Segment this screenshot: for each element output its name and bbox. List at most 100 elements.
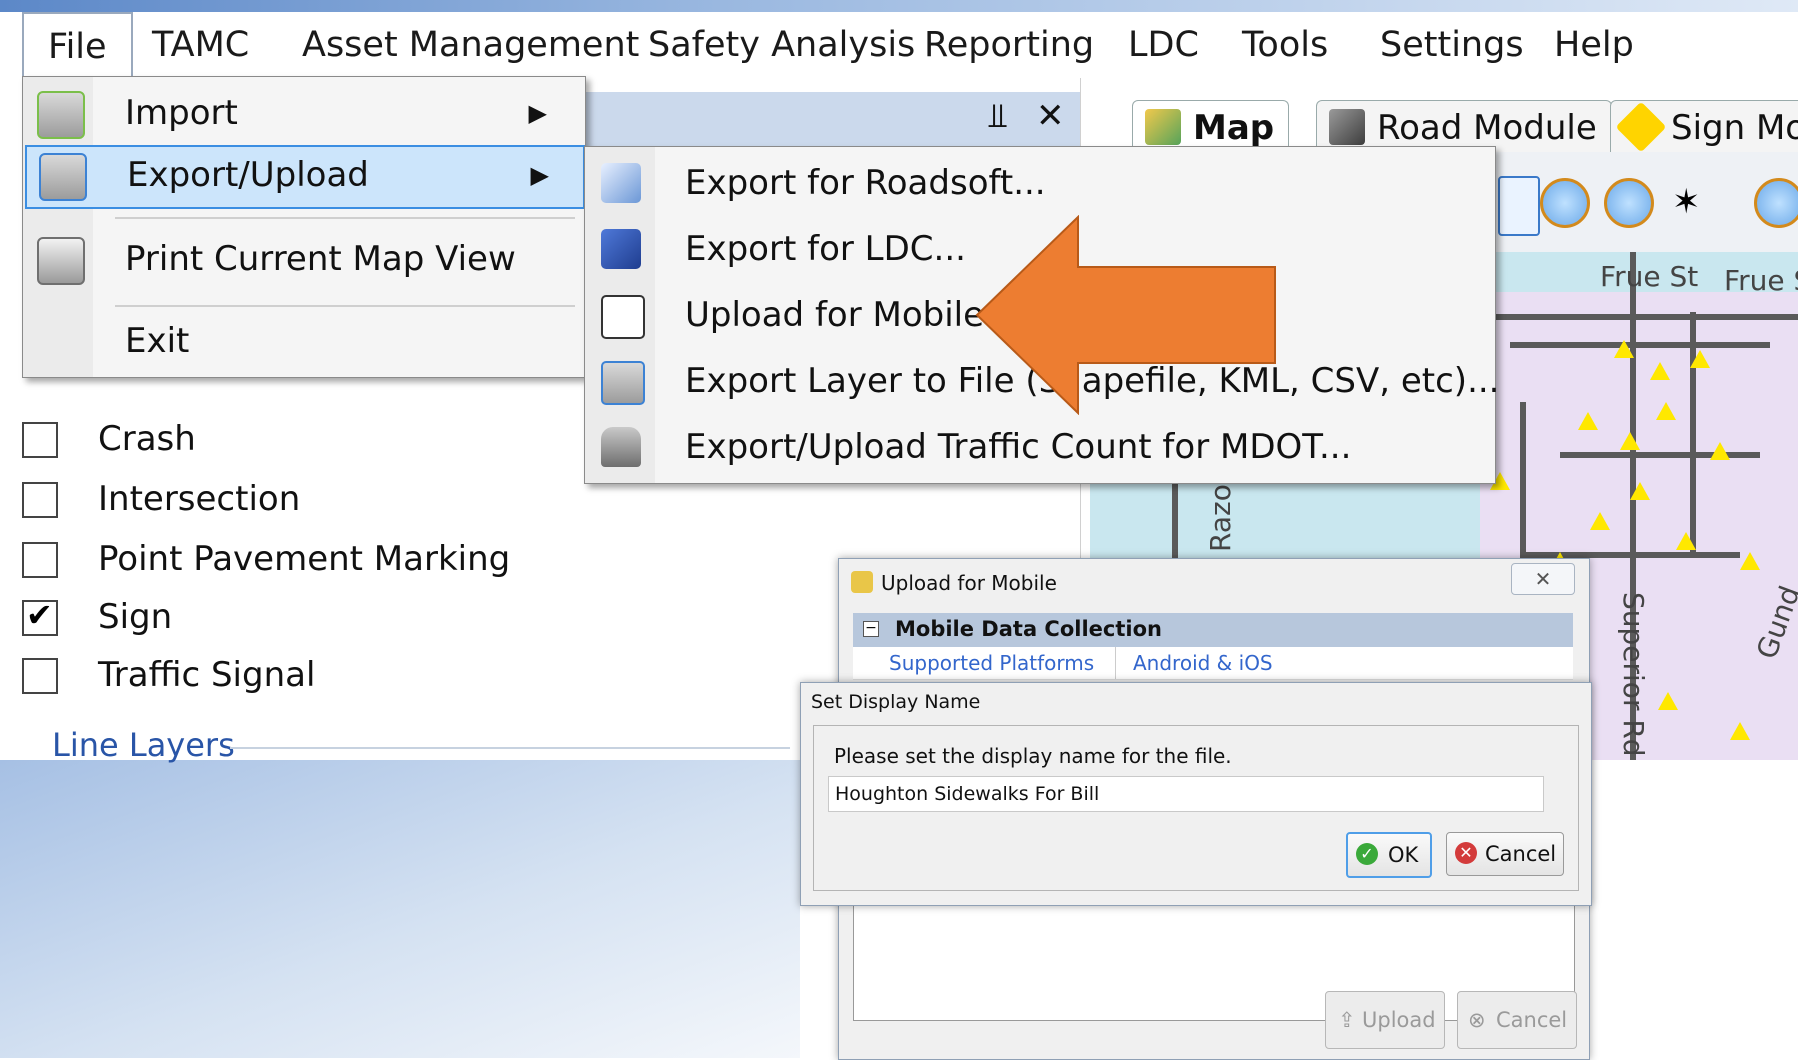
callout-arrow-icon [975, 215, 1276, 415]
layer-label: Traffic Signal [98, 655, 316, 695]
set-display-name-dialog: Set Display Name Please set the display … [800, 682, 1592, 906]
upload-button[interactable]: ⇪ Upload [1325, 991, 1445, 1049]
sign-marker[interactable] [1630, 482, 1650, 500]
section-divider [230, 747, 790, 749]
tab-label: Map [1193, 108, 1275, 148]
menu-help[interactable]: Help [1530, 12, 1658, 78]
menu-item-import[interactable]: Import ▶ [25, 83, 581, 143]
road [1510, 342, 1770, 348]
sign-marker[interactable] [1590, 512, 1610, 530]
laptop-icon [601, 229, 641, 269]
sign-icon [1615, 101, 1667, 153]
sign-marker[interactable] [1650, 362, 1670, 380]
menu-item-print-current-map-view[interactable]: Print Current Map View [25, 225, 581, 295]
menu-safety-analysis[interactable]: Safety Analysis [624, 12, 939, 78]
menu-separator [115, 217, 575, 219]
road [1690, 312, 1696, 552]
road-icon [1329, 109, 1365, 145]
dialog-title: Upload for Mobile [881, 571, 1057, 595]
sign-marker[interactable] [1614, 340, 1634, 358]
menu-item-exit[interactable]: Exit [25, 311, 581, 373]
collapse-icon[interactable]: − [863, 621, 879, 637]
sign-marker[interactable] [1676, 532, 1696, 550]
tab-sign-module[interactable]: Sign Mo [1610, 100, 1798, 155]
close-icon[interactable]: ✕ [1036, 96, 1065, 136]
submenu-arrow-icon: ▶ [530, 161, 549, 189]
group-label: Mobile Data Collection [895, 617, 1162, 641]
menu-item-export-upload-traffic-count[interactable]: Export/Upload Traffic Count for MDOT... [585, 417, 1495, 477]
database-save-icon [39, 153, 87, 201]
sign-marker[interactable] [1730, 722, 1750, 740]
section-label-line-layers[interactable]: Line Layers [52, 726, 235, 764]
zoom-in-icon[interactable] [1604, 178, 1654, 228]
button-label: OK [1388, 843, 1419, 867]
button-label: Cancel [1485, 842, 1557, 866]
menu-item-label: Upload for Mobile... [685, 295, 1017, 335]
layer-label: Crash [98, 419, 196, 459]
menu-item-label: Exit [125, 321, 190, 361]
checkbox-checked[interactable] [22, 596, 58, 636]
printer-icon [37, 237, 85, 285]
street-label: Razo [1204, 484, 1237, 552]
menu-item-label: Print Current Map View [125, 239, 516, 279]
sign-marker[interactable] [1658, 692, 1678, 710]
layer-label: Sign [98, 597, 173, 637]
menu-item-label: Import [125, 93, 238, 133]
sign-marker[interactable] [1656, 402, 1676, 420]
file-menu: Import ▶ Export/Upload ▶ Print Current M… [22, 76, 586, 378]
checkbox[interactable] [22, 482, 58, 518]
button-label: Upload [1362, 1008, 1436, 1032]
menu-item-label: Export for LDC... [685, 229, 966, 269]
tab-label: Sign Mo [1671, 108, 1798, 148]
background-gradient [0, 760, 800, 1058]
cancel-icon: ⊗ [1468, 1008, 1486, 1032]
menu-tools[interactable]: Tools [1218, 12, 1352, 78]
dialog-prompt: Please set the display name for the file… [834, 744, 1232, 768]
cancel-button[interactable]: ⊗ Cancel [1457, 991, 1577, 1049]
window-title-strip [0, 0, 1798, 12]
menu-item-export-for-roadsoft[interactable]: Export for Roadsoft... [585, 153, 1495, 213]
dialog-title: Set Display Name [811, 691, 981, 713]
sign-marker[interactable] [1578, 412, 1598, 430]
sign-marker[interactable] [1740, 552, 1760, 570]
checkbox[interactable] [22, 542, 58, 578]
grid-divider [1115, 647, 1116, 679]
menu-file[interactable]: File [22, 12, 133, 78]
mobile-devices-icon [601, 295, 645, 339]
property-group-header[interactable]: − Mobile Data Collection [853, 613, 1573, 647]
sign-marker[interactable] [1690, 350, 1710, 368]
menu-item-label: Export/Upload Traffic Count for MDOT... [685, 427, 1352, 467]
cancel-icon: ✕ [1455, 842, 1477, 864]
property-value: Android & iOS [1133, 651, 1273, 675]
menu-item-export-upload[interactable]: Export/Upload ▶ [25, 145, 585, 209]
pan-hand-icon[interactable] [1498, 176, 1540, 236]
property-row[interactable]: Supported Platforms Android & iOS [853, 647, 1573, 680]
dialog-body: Please set the display name for the file… [813, 725, 1579, 891]
check-icon: ✓ [1356, 843, 1378, 865]
sign-marker[interactable] [1620, 432, 1640, 450]
menu-asset-management[interactable]: Asset Management [278, 12, 663, 78]
database-save-icon [601, 361, 645, 405]
ok-button[interactable]: ✓ OK [1346, 832, 1432, 878]
roadsoft-icon [601, 163, 641, 203]
layer-label: Point Pavement Marking [98, 539, 511, 579]
checkbox[interactable] [22, 658, 58, 694]
zoom-out-icon[interactable] [1754, 178, 1798, 228]
cancel-button[interactable]: ✕ Cancel [1446, 832, 1564, 876]
menu-reporting[interactable]: Reporting [900, 12, 1118, 78]
zoom-icon[interactable] [1540, 178, 1590, 228]
database-import-icon [37, 91, 85, 139]
menu-ldc[interactable]: LDC [1104, 12, 1223, 78]
pin-icon[interactable]: ⫫ [988, 96, 1007, 136]
menu-item-label: Export for Roadsoft... [685, 163, 1046, 203]
sign-marker[interactable] [1710, 442, 1730, 460]
checkbox[interactable] [22, 422, 58, 458]
close-button[interactable]: ✕ [1511, 563, 1575, 595]
display-name-input[interactable] [828, 776, 1544, 812]
menu-tamc[interactable]: TAMC [128, 12, 273, 78]
menu-settings[interactable]: Settings [1356, 12, 1548, 78]
measure-icon[interactable]: ✶ [1672, 182, 1712, 222]
upload-icon [851, 571, 873, 593]
button-label: Cancel [1496, 1008, 1568, 1032]
car-icon [601, 427, 641, 467]
